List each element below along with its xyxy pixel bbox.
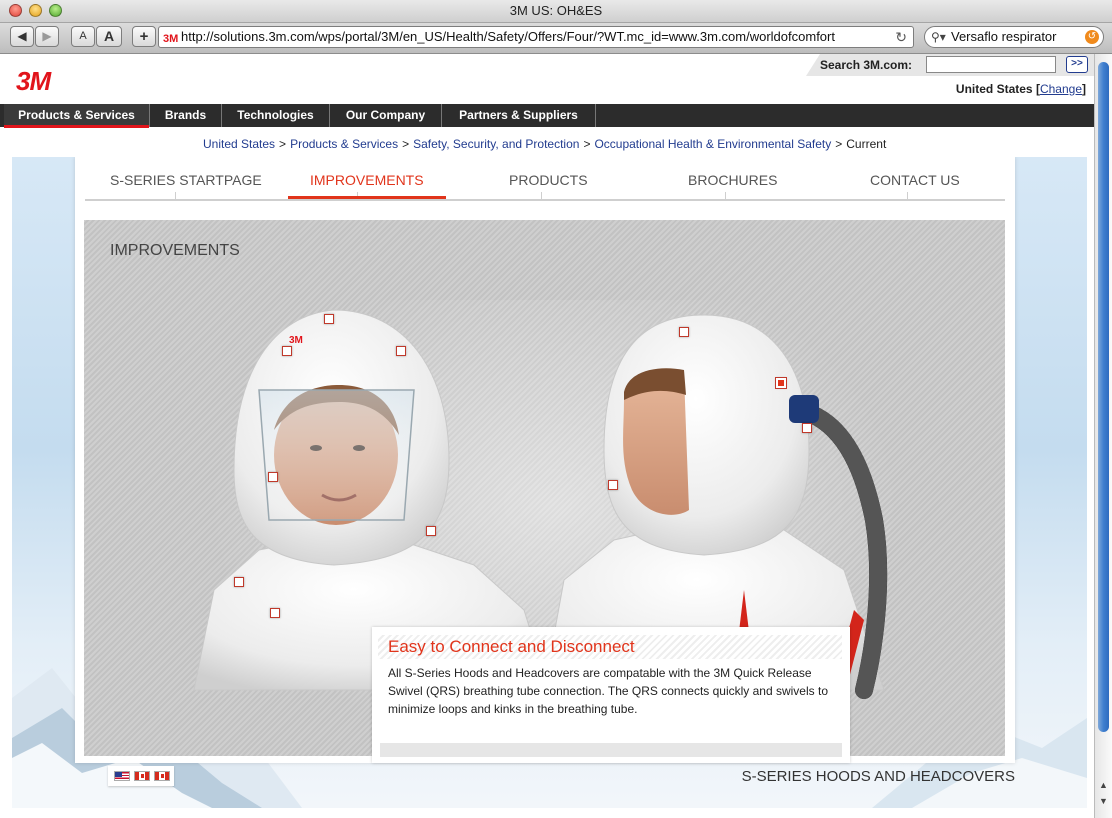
feature-hotspot[interactable] — [268, 472, 278, 482]
search-snapback-icon[interactable]: ↺ — [1085, 30, 1099, 44]
address-url: http://solutions.3m.com/wps/portal/3M/en… — [181, 29, 835, 44]
info-box-footer-bar — [380, 743, 842, 757]
breadcrumb-link[interactable]: Safety, Security, and Protection — [413, 137, 579, 151]
reload-icon[interactable]: ↻ — [895, 27, 907, 47]
country-name: United States — [955, 82, 1033, 96]
tab-divider — [541, 192, 542, 199]
feature-hotspot[interactable] — [608, 480, 618, 490]
product-line-title: S-SERIES HOODS AND HEADCOVERS — [741, 768, 1015, 785]
change-country-link[interactable]: Change — [1040, 82, 1082, 96]
feature-hotspot[interactable] — [324, 314, 334, 324]
section-tabs: S-SERIES STARTPAGE IMPROVEMENTS PRODUCTS… — [85, 157, 1005, 201]
nav-partners-suppliers[interactable]: Partners & Suppliers — [442, 104, 596, 127]
3m-logo[interactable]: 3M — [16, 66, 51, 97]
scroll-up-arrow-icon[interactable]: ▲ — [1097, 780, 1110, 793]
feature-hotspot[interactable] — [426, 526, 436, 536]
breadcrumb-separator: > — [279, 137, 287, 151]
feature-hotspot[interactable] — [802, 423, 812, 433]
feature-hotspot[interactable] — [396, 346, 406, 356]
site-favicon-icon: 3M — [163, 33, 179, 45]
tab-divider — [725, 192, 726, 199]
minimize-window-button[interactable] — [29, 4, 42, 17]
tab-s-series-startpage[interactable]: S-SERIES STARTPAGE — [110, 172, 262, 188]
browser-search-field[interactable]: ⚲▾ Versaflo respirator ↺ — [924, 26, 1104, 48]
feature-hotspot[interactable] — [234, 577, 244, 587]
site-search-go-button[interactable]: >> — [1066, 56, 1088, 73]
zoom-window-button[interactable] — [49, 4, 62, 17]
back-arrow-icon: ◀ — [17, 29, 27, 43]
forward-button[interactable]: ▶ — [35, 26, 59, 47]
address-bar[interactable]: 3M http://solutions.3m.com/wps/portal/3M… — [158, 26, 914, 48]
forward-arrow-icon: ▶ — [42, 29, 52, 43]
browser-toolbar: ◀ ▶ A A + 3M http://solutions.3m.com/wps… — [0, 23, 1112, 54]
breadcrumb-separator: > — [583, 137, 591, 151]
feature-info-box: Easy to Connect and Disconnect All S-Ser… — [372, 627, 850, 763]
site-search-input[interactable] — [926, 56, 1056, 73]
browser-search-value: Versaflo respirator — [951, 29, 1057, 44]
tab-brochures[interactable]: BROCHURES — [688, 172, 777, 188]
text-larger-button[interactable]: A — [96, 26, 122, 47]
window-titlebar: 3M US: OH&ES — [0, 0, 1112, 23]
breadcrumb-current: Current — [846, 137, 887, 151]
site-search-label: Search 3M.com: — [820, 58, 913, 72]
hood-3m-logo: 3M — [289, 335, 303, 346]
tab-divider — [907, 192, 908, 199]
canada-flag-icon[interactable] — [154, 771, 170, 781]
breadcrumb-separator: > — [835, 137, 843, 151]
country-selector: United States [Change] — [955, 82, 1086, 96]
nav-technologies[interactable]: Technologies — [222, 104, 330, 127]
tab-divider — [175, 192, 176, 199]
tab-products[interactable]: PRODUCTS — [509, 172, 588, 188]
feature-description: All S-Series Hoods and Headcovers are co… — [388, 666, 828, 716]
content-panel: S-SERIES STARTPAGE IMPROVEMENTS PRODUCTS… — [75, 157, 1015, 763]
breadcrumb-link[interactable]: Occupational Health & Environmental Safe… — [594, 137, 831, 151]
text-smaller-button[interactable]: A — [71, 26, 95, 47]
web-page: 3M Search 3M.com: >> United States [Chan… — [0, 54, 1094, 818]
scrollbar-thumb[interactable] — [1098, 62, 1109, 732]
nav-products-services[interactable]: Products & Services — [4, 104, 150, 128]
feature-hotspot-active[interactable] — [775, 377, 787, 389]
us-flag-icon[interactable] — [114, 771, 130, 781]
canada-flag-icon[interactable] — [134, 771, 150, 781]
back-button[interactable]: ◀ — [10, 26, 34, 47]
breadcrumb-link[interactable]: United States — [203, 137, 275, 151]
breadcrumb: United States > Products & Services > Safety… — [203, 137, 886, 151]
content-stage: S-SERIES STARTPAGE IMPROVEMENTS PRODUCTS… — [12, 157, 1087, 808]
breadcrumb-separator: > — [402, 137, 410, 151]
feature-hotspot[interactable] — [282, 346, 292, 356]
scroll-down-arrow-icon[interactable]: ▼ — [1097, 796, 1110, 809]
feature-hotspot[interactable] — [270, 608, 280, 618]
feature-hotspot[interactable] — [679, 327, 689, 337]
add-bookmark-button[interactable]: + — [132, 26, 156, 47]
breadcrumb-link[interactable]: Products & Services — [290, 137, 398, 151]
close-window-button[interactable] — [9, 4, 22, 17]
tab-contact-us[interactable]: CONTACT US — [870, 172, 960, 188]
nav-brands[interactable]: Brands — [150, 104, 222, 127]
main-navigation: Products & Services Brands Technologies … — [0, 104, 1094, 128]
vertical-scrollbar[interactable]: ▲ ▼ — [1094, 54, 1112, 818]
nav-our-company[interactable]: Our Company — [330, 104, 442, 127]
search-magnifier-icon: ⚲▾ — [931, 30, 946, 44]
site-search-bar: Search 3M.com: >> — [806, 54, 1094, 76]
language-flags — [108, 766, 174, 786]
feature-title: Easy to Connect and Disconnect — [378, 635, 842, 659]
window-title: 3M US: OH&ES — [509, 3, 603, 18]
tab-improvements[interactable]: IMPROVEMENTS — [288, 172, 446, 199]
